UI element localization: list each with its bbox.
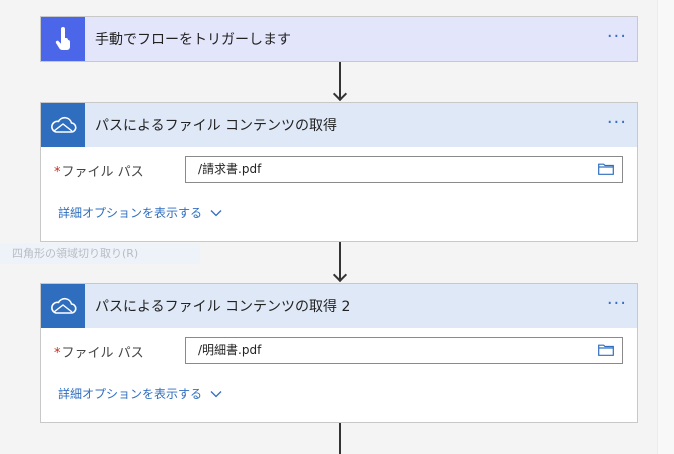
touch-hand-icon [55, 27, 70, 50]
file-path-label-text: ファイル パス [61, 346, 144, 361]
trigger-card-header[interactable]: 手動でフローをトリガーします ··· [41, 17, 637, 61]
trigger-title: 手動でフローをトリガーします [95, 32, 291, 48]
action-1-more-menu-button[interactable]: ··· [607, 114, 627, 132]
action-card-2-header[interactable]: パスによるファイル コンテンツの取得 2 ··· [41, 284, 637, 328]
onedrive-cloud-icon [51, 116, 77, 133]
connector-line-3 [339, 423, 341, 454]
action-card-1[interactable]: パスによるファイル コンテンツの取得 ··· *ファイル パス /請求書.pdf… [40, 102, 638, 242]
file-path-label: *ファイル パス [54, 342, 144, 361]
action-2-icon-box [41, 284, 85, 328]
show-advanced-options-link[interactable]: 詳細オプションを表示する [58, 204, 222, 221]
show-advanced-options-label: 詳細オプションを表示する [58, 206, 203, 220]
action-card-2[interactable]: パスによるファイル コンテンツの取得 2 ··· *ファイル パス /明細書.p… [40, 283, 638, 423]
action-2-title: パスによるファイル コンテンツの取得 2 [95, 299, 351, 315]
chevron-down-icon [210, 209, 222, 216]
folder-picker-icon[interactable] [598, 163, 614, 175]
action-card-1-body: *ファイル パス /請求書.pdf 詳細オプションを表示する [41, 147, 637, 241]
canvas-scroll-strip [657, 0, 674, 454]
action-card-2-body: *ファイル パス /明細書.pdf 詳細オプションを表示する [41, 328, 637, 422]
folder-picker-icon[interactable] [598, 344, 614, 356]
trigger-more-menu-button[interactable]: ··· [607, 28, 627, 46]
show-advanced-options-link[interactable]: 詳細オプションを表示する [58, 385, 222, 402]
file-path-label: *ファイル パス [54, 161, 144, 180]
onedrive-cloud-icon [51, 297, 77, 314]
connector-arrow-2 [332, 267, 348, 283]
connector-arrow-1 [332, 86, 348, 102]
file-path-input[interactable]: /請求書.pdf [185, 156, 623, 183]
snip-tooltip-overlay: 四角形の領域切り取り(R) [0, 243, 200, 264]
action-2-more-menu-button[interactable]: ··· [607, 295, 627, 313]
file-path-value: /請求書.pdf [198, 162, 262, 176]
trigger-card[interactable]: 手動でフローをトリガーします ··· [40, 16, 638, 62]
trigger-icon-box [41, 17, 85, 61]
action-1-title: パスによるファイル コンテンツの取得 [95, 118, 338, 134]
chevron-down-icon [210, 390, 222, 397]
action-1-icon-box [41, 103, 85, 147]
required-mark: * [54, 165, 61, 180]
required-mark: * [54, 346, 61, 361]
file-path-input[interactable]: /明細書.pdf [185, 337, 623, 364]
file-path-label-text: ファイル パス [61, 165, 144, 180]
show-advanced-options-label: 詳細オプションを表示する [58, 387, 203, 401]
action-card-1-header[interactable]: パスによるファイル コンテンツの取得 ··· [41, 103, 637, 147]
file-path-value: /明細書.pdf [198, 343, 262, 357]
